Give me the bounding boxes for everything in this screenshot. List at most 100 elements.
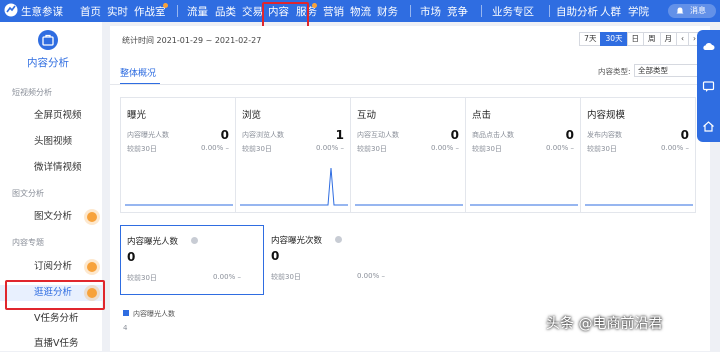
nav-academy[interactable]: 学院 [628, 4, 649, 19]
nav-divider [481, 5, 482, 17]
new-badge-dot [163, 3, 168, 8]
card-compare: 较前30日 [242, 145, 272, 153]
range-30d[interactable]: 30天 [600, 32, 628, 46]
card-value: 0 [220, 128, 229, 142]
card-pct: 0.00% – [357, 272, 385, 280]
help-icon[interactable] [191, 237, 198, 244]
card-title: 曝光 [127, 110, 147, 121]
legend-swatch [123, 310, 129, 316]
card-value: 0 [680, 128, 689, 142]
nav-war-room[interactable]: 作战室 [134, 4, 166, 19]
card-value: 0 [271, 249, 280, 263]
nav-business-zone[interactable]: 业务专区 [492, 4, 534, 19]
sidebar-title: 内容分析 [27, 57, 69, 69]
nav-market[interactable]: 市场 [420, 4, 441, 19]
sidebar-header: 内容分析 [0, 22, 102, 79]
card-compare: 较前30日 [271, 273, 301, 281]
card-title: 内容规模 [587, 110, 626, 121]
y-axis-tick: 4 [123, 324, 128, 332]
nav-traffic[interactable]: 流量 [187, 4, 208, 19]
range-week[interactable]: 周 [643, 32, 661, 46]
messages-button[interactable]: 消息 [668, 4, 716, 18]
card-value: 0 [127, 250, 136, 264]
card-compare: 较前30日 [472, 145, 502, 153]
nav-finance[interactable]: 财务 [377, 4, 398, 19]
submetric-card-exposure-count[interactable]: 内容曝光次数 0 较前30日 0.00% – [265, 225, 409, 295]
new-badge-dot [312, 3, 317, 8]
card-metric: 发布内容数 [587, 131, 622, 139]
help-icon[interactable] [335, 236, 342, 243]
sidebar-item-v-task[interactable]: V任务分析 [0, 311, 102, 327]
card-title: 点击 [472, 110, 492, 121]
nav-crowd[interactable]: 人群 [600, 4, 621, 19]
legend-label: 内容曝光人数 [133, 310, 175, 318]
metric-card-exposure[interactable]: 曝光 内容曝光人数 0 较前30日 0.00% – [120, 97, 236, 213]
home-icon[interactable] [702, 118, 715, 132]
metric-card-interaction[interactable]: 互动 内容互动人数 0 较前30日 0.00% – [350, 97, 466, 213]
metric-card-content-scale[interactable]: 内容规模 发布内容数 0 较前30日 0.00% – [580, 97, 696, 213]
nav-home[interactable]: 首页 [80, 4, 101, 19]
sparkline [355, 204, 463, 206]
highlight-box-content-nav [262, 2, 309, 29]
card-title: 互动 [357, 110, 377, 121]
cloud-icon[interactable] [702, 38, 715, 51]
sidebar-section-label: 短视频分析 [12, 88, 52, 97]
content-type-select[interactable]: 全部类型 [634, 64, 704, 77]
card-title: 内容曝光次数 [271, 236, 323, 246]
nav-category[interactable]: 品类 [215, 4, 236, 19]
logo-icon [4, 3, 18, 17]
stat-period: 统计时间 2021-01-29 ~ 2021-02-27 [122, 36, 262, 45]
card-title: 浏览 [242, 110, 262, 121]
card-metric: 内容浏览人数 [242, 131, 284, 139]
card-metric: 内容曝光人数 [127, 131, 169, 139]
card-pct: 0.00% – [661, 144, 689, 152]
main-panel: 统计时间 2021-01-29 ~ 2021-02-27 7天 30天 日 周 … [110, 26, 710, 351]
content-type-value: 全部类型 [638, 66, 668, 75]
submetric-card-exposure-users[interactable]: 内容曝光人数 0 较前30日 0.00% – [120, 225, 264, 295]
card-pct: 0.00% – [431, 144, 459, 152]
bell-icon [676, 7, 684, 14]
nav-marketing[interactable]: 营销 [323, 4, 344, 19]
sparkline [585, 204, 693, 206]
sparkline [125, 204, 233, 206]
sidebar-item-live-v-task[interactable]: 直播V任务 [0, 336, 102, 352]
tab-overview[interactable]: 整体概况 [120, 66, 156, 79]
range-day[interactable]: 日 [626, 32, 644, 46]
card-value: 0 [450, 128, 459, 142]
range-month[interactable]: 月 [659, 32, 677, 46]
top-navigation-bar: 生意参谋 首页 实时 作战室 流量 品类 交易 内容 服务 营销 物流 财务 市… [0, 0, 720, 22]
card-value: 1 [335, 128, 344, 142]
floating-toolbar [697, 30, 720, 142]
content-type-label: 内容类型: [598, 67, 631, 76]
metric-card-click[interactable]: 点击 商品点击人数 0 较前30日 0.00% – [465, 97, 581, 213]
briefcase-icon [38, 30, 58, 50]
sidebar-item-main-image-video[interactable]: 头图视频 [0, 134, 102, 150]
nav-transaction[interactable]: 交易 [242, 4, 263, 19]
card-pct: 0.00% – [201, 144, 229, 152]
nav-competition[interactable]: 竞争 [447, 4, 468, 19]
nav-divider [549, 5, 550, 17]
sidebar-item-fullscreen-video[interactable]: 全屏页视频 [0, 108, 102, 124]
card-value: 0 [565, 128, 574, 142]
card-pct: 0.00% – [213, 273, 241, 281]
nav-realtime[interactable]: 实时 [107, 4, 128, 19]
sidebar-section-label: 内容专题 [12, 238, 44, 247]
card-compare: 较前30日 [357, 145, 387, 153]
card-title: 内容曝光人数 [127, 237, 179, 247]
sidebar-item-micro-detail-video[interactable]: 微详情视频 [0, 160, 102, 176]
card-metric: 内容互动人数 [357, 131, 399, 139]
range-selector: 7天 30天 日 周 月 ‹ › [579, 32, 701, 46]
nav-self-analysis[interactable]: 自助分析 [556, 4, 598, 19]
range-7d[interactable]: 7天 [579, 32, 602, 46]
hint-dot [87, 262, 97, 272]
messages-label: 消息 [690, 6, 706, 15]
sidebar-section-label: 图文分析 [12, 189, 44, 198]
card-pct: 0.00% – [546, 144, 574, 152]
chat-icon[interactable] [702, 78, 715, 92]
nav-logistics[interactable]: 物流 [350, 4, 371, 19]
card-compare: 较前30日 [587, 145, 617, 153]
tab-divider [110, 84, 710, 85]
metric-card-browse[interactable]: 浏览 内容浏览人数 1 较前30日 0.00% – [235, 97, 351, 213]
nav-divider [177, 5, 178, 17]
app-brand: 生意参谋 [21, 6, 63, 18]
